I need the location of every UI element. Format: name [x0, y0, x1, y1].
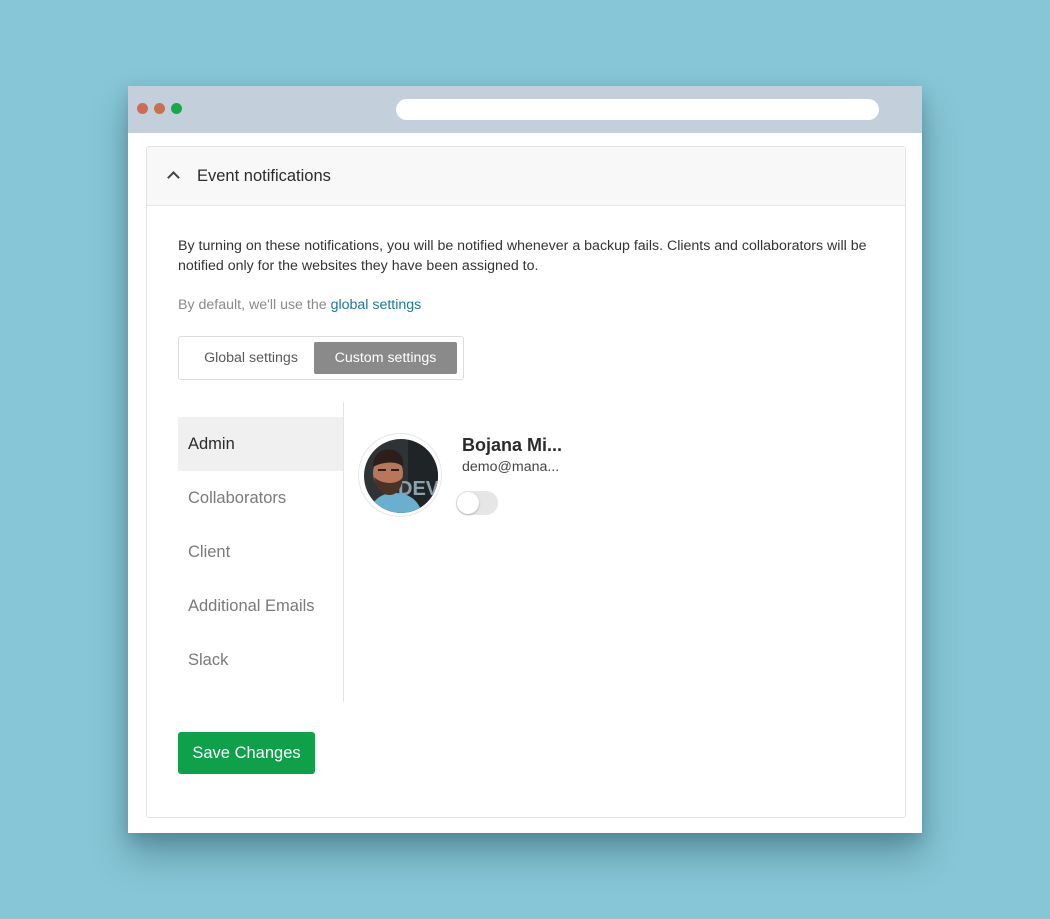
browser-window: Event notifications By turning on these … — [128, 86, 922, 833]
user-email: demo@mana... — [462, 459, 560, 475]
settings-mode-toggle: Global settings Custom settings — [178, 336, 464, 380]
global-settings-tab[interactable]: Global settings — [187, 342, 315, 374]
toggle-knob — [457, 492, 479, 514]
custom-settings-tab[interactable]: Custom settings — [314, 342, 457, 374]
address-bar[interactable] — [396, 99, 879, 120]
window-titlebar — [128, 86, 922, 133]
panel-title: Event notifications — [197, 167, 331, 185]
nav-item-admin[interactable]: Admin — [178, 417, 343, 471]
avatar: DEV — [364, 439, 438, 513]
event-notifications-panel: Event notifications By turning on these … — [146, 146, 906, 818]
avatar-image: DEV — [364, 439, 438, 513]
save-changes-button[interactable]: Save Changes — [178, 732, 315, 774]
avatar-ring: DEV — [358, 433, 442, 517]
recipient-type-nav: Admin Collaborators Client Additional Em… — [178, 402, 344, 702]
default-settings-prefix: By default, we'll use the — [178, 297, 327, 313]
user-name: Bojana Mi... — [462, 435, 563, 455]
chevron-up-icon[interactable] — [167, 171, 180, 184]
intro-text: By turning on these notifications, you w… — [178, 238, 867, 274]
nav-item-slack[interactable]: Slack — [178, 633, 343, 687]
panel-header[interactable]: Event notifications — [147, 147, 905, 206]
nav-item-additional-emails[interactable]: Additional Emails — [178, 579, 343, 633]
close-window-dot[interactable] — [137, 103, 148, 114]
default-settings-note: By default, we'll use the global setting… — [178, 297, 421, 313]
user-notification-toggle[interactable] — [456, 491, 498, 515]
global-settings-link[interactable]: global settings — [331, 297, 422, 313]
nav-item-client[interactable]: Client — [178, 525, 343, 579]
user-card: DEV Bojana Mi... demo@mana... — [358, 433, 588, 523]
maximize-window-dot[interactable] — [171, 103, 182, 114]
nav-item-collaborators[interactable]: Collaborators — [178, 471, 343, 525]
minimize-window-dot[interactable] — [154, 103, 165, 114]
